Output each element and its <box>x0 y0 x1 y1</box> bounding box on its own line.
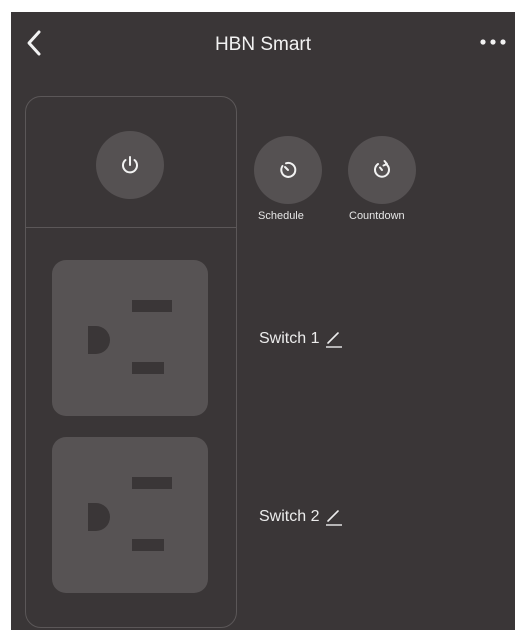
schedule-label: Schedule <box>258 210 304 222</box>
outlet-slot <box>132 300 172 312</box>
more-horizontal-icon <box>480 39 506 45</box>
page-title: HBN Smart <box>214 34 312 55</box>
edit-pencil-icon <box>326 332 343 348</box>
power-strip-panel <box>25 96 237 628</box>
switch-1-label: Switch 1 <box>259 330 320 347</box>
countdown-button[interactable] <box>348 136 416 204</box>
app-screen: HBN Smart Schedule Countdown Switch 1 Sw… <box>11 12 515 630</box>
countdown-label: Countdown <box>349 210 405 222</box>
top-bar: HBN Smart <box>11 12 515 72</box>
edit-pencil-icon <box>326 510 343 526</box>
edit-switch-2-button[interactable] <box>325 508 343 526</box>
outlet-slot <box>132 477 172 489</box>
more-options-button[interactable] <box>477 32 509 52</box>
outlet-2[interactable] <box>52 437 208 593</box>
switch-1-row[interactable]: Switch 1 <box>259 330 343 348</box>
edit-switch-1-button[interactable] <box>325 330 343 348</box>
outlet-slot <box>132 539 164 551</box>
schedule-button[interactable] <box>254 136 322 204</box>
ground-slot <box>88 503 110 531</box>
switch-2-label: Switch 2 <box>259 508 320 525</box>
outlet-1[interactable] <box>52 260 208 416</box>
master-power-button[interactable] <box>96 131 164 199</box>
countdown-icon <box>374 160 390 178</box>
ground-slot <box>88 326 110 354</box>
panel-divider <box>26 227 236 228</box>
switch-2-row[interactable]: Switch 2 <box>259 508 343 526</box>
power-icon <box>122 156 138 174</box>
schedule-icon <box>280 161 297 178</box>
outlet-slot <box>132 362 164 374</box>
